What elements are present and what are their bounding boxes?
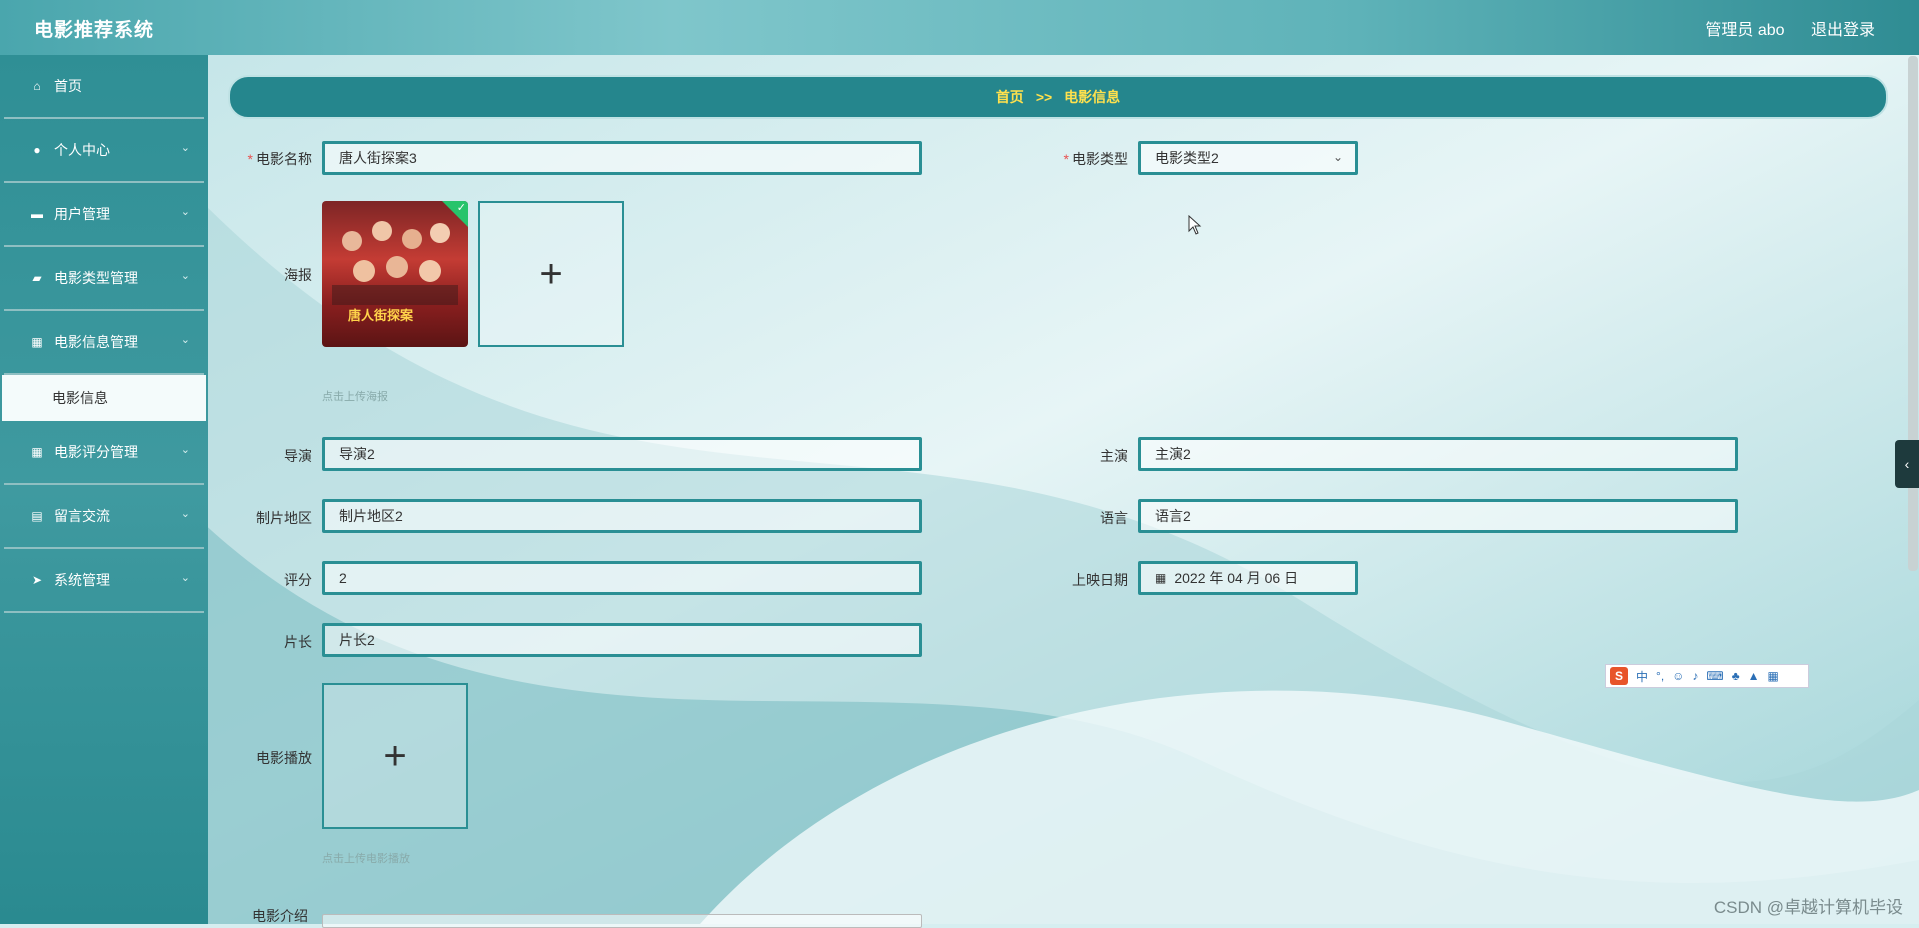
sidebar-item-ratings[interactable]: ▦ 电影评分管理 ⌄ bbox=[4, 421, 204, 485]
user-icon: ● bbox=[33, 143, 41, 157]
grid-icon[interactable]: ▦ bbox=[1768, 669, 1779, 683]
sidebar: ⌂ 首页 ● 个人中心 ⌄ ▬ 用户管理 ⌄ ▰ 电影类型管理 ⌄ ▦ 电影信息… bbox=[0, 55, 208, 924]
grid-icon: ▦ bbox=[31, 335, 43, 349]
ime-toolbar[interactable]: S 中 °, ☺ ♪ ⌨ ♣ ▲ ▦ bbox=[1605, 664, 1809, 688]
movie-type-value: 电影类型2 bbox=[1155, 150, 1219, 166]
chevron-down-icon: ⌄ bbox=[180, 508, 190, 520]
rating-input[interactable]: 2 bbox=[322, 561, 922, 595]
movie-type-label: * 电影类型 bbox=[1063, 151, 1128, 167]
emoji-icon[interactable]: ☺ bbox=[1672, 669, 1684, 683]
ime-mode[interactable]: 中 bbox=[1636, 668, 1648, 685]
chat-icon: ▰ bbox=[32, 271, 42, 285]
actor-input[interactable]: 主演2 bbox=[1138, 437, 1738, 471]
director-label: 导演 bbox=[284, 448, 312, 464]
sidebar-subitem-movie-info[interactable]: 电影信息 bbox=[2, 375, 206, 421]
sidebar-item-messages[interactable]: ▤ 留言交流 ⌄ bbox=[4, 485, 204, 549]
shirt-icon[interactable]: ▲ bbox=[1748, 669, 1760, 683]
sidebar-item-label: 电影信息管理 bbox=[54, 334, 138, 350]
sidebar-item-label: 系统管理 bbox=[54, 572, 110, 588]
calendar-icon: ▦ bbox=[1155, 571, 1167, 585]
chevron-down-icon: ⌄ bbox=[180, 334, 190, 346]
release-date-picker[interactable]: ▦ 2022 年 04 月 06 日 bbox=[1138, 561, 1358, 595]
sidebar-item-label: 首页 bbox=[54, 78, 82, 94]
video-label: 电影播放 bbox=[256, 750, 312, 766]
region-label: 制片地区 bbox=[256, 510, 312, 526]
video-hint: 点击上传电影播放 bbox=[322, 853, 410, 865]
poster-label: 海报 bbox=[284, 267, 312, 283]
grid-icon: ▦ bbox=[31, 445, 43, 459]
required-mark: * bbox=[1063, 151, 1069, 167]
sidebar-item-home[interactable]: ⌂ 首页 bbox=[4, 55, 204, 119]
sidebar-subitem-label: 电影信息 bbox=[52, 390, 108, 406]
duration-label: 片长 bbox=[284, 634, 312, 650]
language-input[interactable]: 语言2 bbox=[1138, 499, 1738, 533]
home-icon: ⌂ bbox=[33, 79, 41, 93]
sidebar-item-movie-types[interactable]: ▰ 电影类型管理 ⌄ bbox=[4, 247, 204, 311]
app-title: 电影推荐系统 bbox=[34, 20, 155, 41]
chevron-down-icon: ⌄ bbox=[180, 270, 190, 282]
clipboard-icon: ▤ bbox=[31, 509, 43, 523]
chevron-down-icon: ⌄ bbox=[180, 206, 190, 218]
chevron-left-icon: ‹ bbox=[1904, 456, 1910, 472]
poster-crowd-graphic bbox=[332, 221, 458, 305]
movie-name-label: * 电影名称 bbox=[247, 151, 312, 167]
region-input[interactable]: 制片地区2 bbox=[322, 499, 922, 533]
mouse-cursor-icon bbox=[1188, 215, 1202, 235]
intro-textarea[interactable] bbox=[322, 914, 922, 928]
sidebar-item-movie-info[interactable]: ▦ 电影信息管理 ⌄ bbox=[4, 311, 204, 375]
sidebar-item-system[interactable]: ➤ 系统管理 ⌄ bbox=[4, 549, 204, 613]
chevron-down-icon: ⌄ bbox=[180, 142, 190, 154]
watermark: CSDN @卓越计算机毕设 bbox=[1713, 898, 1903, 917]
check-icon: ✓ bbox=[456, 202, 466, 214]
send-icon: ➤ bbox=[31, 573, 43, 587]
language-label: 语言 bbox=[1100, 510, 1128, 526]
monitor-icon: ▬ bbox=[31, 207, 43, 221]
duration-input[interactable]: 片长2 bbox=[322, 623, 922, 657]
sidebar-item-label: 留言交流 bbox=[54, 508, 110, 524]
rating-label: 评分 bbox=[284, 572, 312, 588]
plus-icon: + bbox=[539, 252, 563, 296]
plus-icon: + bbox=[383, 734, 407, 778]
chevron-down-icon: ⌄ bbox=[1332, 150, 1343, 164]
collapse-panel-button[interactable]: ‹ bbox=[1895, 440, 1919, 488]
actor-label: 主演 bbox=[1100, 448, 1128, 464]
microphone-icon[interactable]: ♪ bbox=[1692, 669, 1698, 683]
sidebar-item-label: 个人中心 bbox=[54, 142, 110, 158]
movie-type-select[interactable]: 电影类型2 ⌄ bbox=[1138, 141, 1358, 175]
poster-title-text: 唐人街探案 bbox=[348, 308, 414, 323]
poster-image[interactable]: 唐人街探案 ✓ bbox=[322, 201, 468, 347]
movie-form: * 电影名称 唐人街探案3 * 电影类型 电影类型2 ⌄ 海报 唐人街探案 ✓ + … bbox=[208, 0, 1919, 928]
keyboard-icon[interactable]: ⌨ bbox=[1706, 669, 1723, 683]
video-upload-button[interactable]: + bbox=[322, 683, 468, 829]
skin-icon[interactable]: ♣ bbox=[1732, 669, 1740, 683]
sidebar-item-label: 用户管理 bbox=[54, 206, 110, 222]
chevron-down-icon: ⌄ bbox=[180, 572, 190, 584]
sogou-logo-icon: S bbox=[1610, 667, 1628, 685]
page-scrollbar[interactable] bbox=[1908, 56, 1918, 571]
poster-hint: 点击上传海报 bbox=[322, 391, 388, 403]
sidebar-item-label: 电影类型管理 bbox=[54, 270, 138, 286]
director-input[interactable]: 导演2 bbox=[322, 437, 922, 471]
punctuation-icon[interactable]: °, bbox=[1656, 669, 1664, 683]
chevron-down-icon: ⌄ bbox=[180, 444, 190, 456]
movie-name-input[interactable]: 唐人街探案3 bbox=[322, 141, 922, 175]
release-date-label: 上映日期 bbox=[1072, 572, 1128, 588]
sidebar-item-profile[interactable]: ● 个人中心 ⌄ bbox=[4, 119, 204, 183]
sidebar-item-users[interactable]: ▬ 用户管理 ⌄ bbox=[4, 183, 204, 247]
required-mark: * bbox=[247, 151, 253, 167]
poster-upload-button[interactable]: + bbox=[478, 201, 624, 347]
release-date-value: 2022 年 04 月 06 日 bbox=[1174, 570, 1299, 586]
sidebar-item-label: 电影评分管理 bbox=[54, 444, 138, 460]
